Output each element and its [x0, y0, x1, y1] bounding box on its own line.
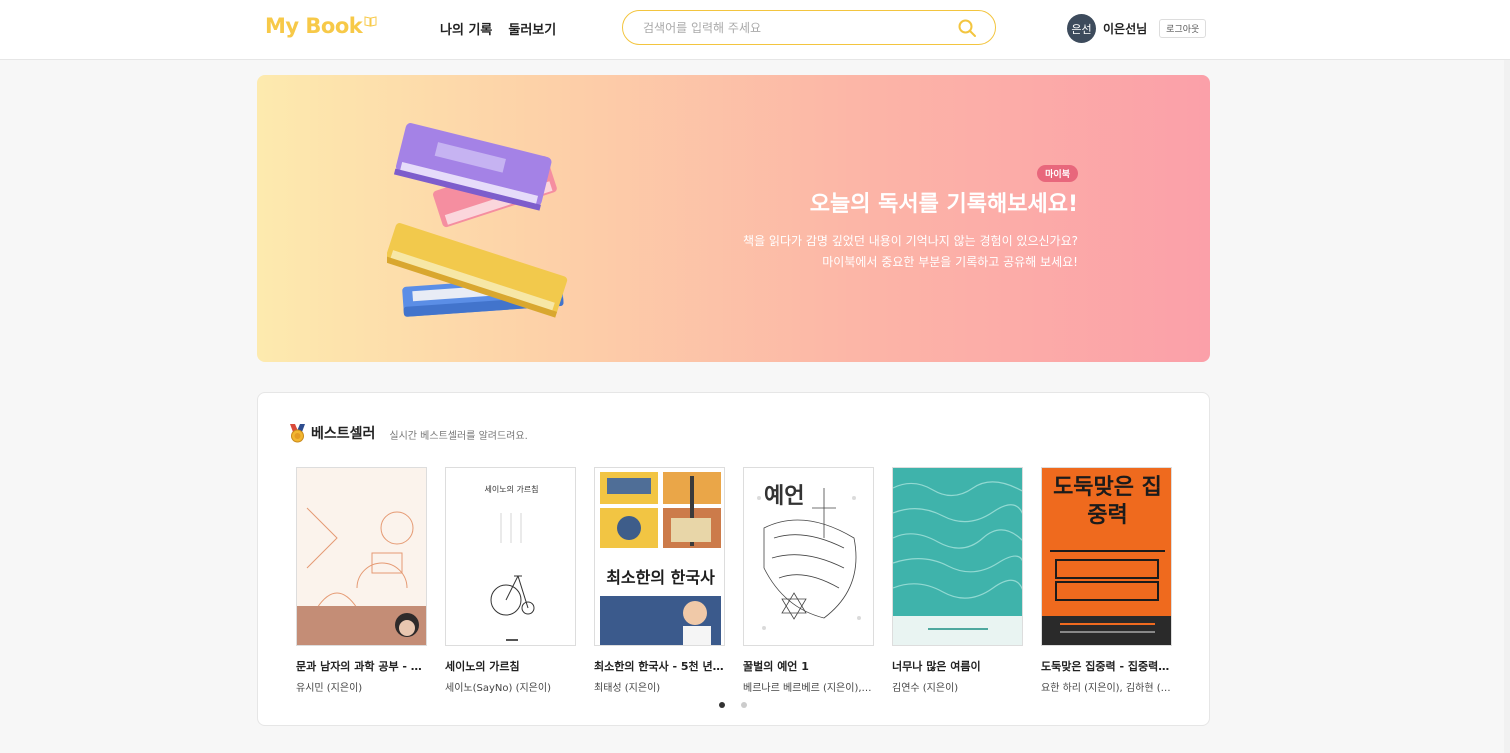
book-cover: 도둑맞은 집중력 [1041, 467, 1172, 646]
stacked-books-illustration [384, 97, 597, 341]
hero-banner: 마이북 오늘의 독서를 기록해보세요! 책을 읽다가 감명 깊었던 내용이 기억… [257, 75, 1210, 362]
book-title: 세이노의 가르침 [445, 660, 520, 673]
book-title: 도둑맞은 집중력 - 집중력 위기의 시대 [1041, 660, 1172, 673]
book-author: 최태성 (지은이) [594, 683, 661, 694]
book-card[interactable]: 예언 꿀벌의 예언 1 베르나르 베르베르 (지은이), 전미연 (옮긴이) [743, 467, 874, 694]
book-cover [296, 467, 427, 646]
bestseller-section: 베스트셀러 실시간 베스트셀러를 알려드려요. 문과 남자의 과학 공부 - 문… [257, 392, 1210, 726]
bestseller-header: 베스트셀러 실시간 베스트셀러를 알려드려요. [289, 423, 528, 443]
bestseller-carousel: 문과 남자의 과학 공부 - 문과 출신 지식인의 좌충우돌 과학 공부기 유시… [296, 467, 1172, 694]
scrollbar[interactable] [1504, 60, 1510, 753]
carousel-pagination [719, 702, 747, 708]
book-cover-title: 최소한의 한국사 [606, 568, 715, 587]
book-card[interactable]: 도둑맞은 집중력 도둑맞은 집중력 - 집중력 위기의 시대 요한 하리 (지은… [1041, 467, 1172, 694]
book-title: 꿀벌의 예언 1 [743, 660, 809, 673]
book-cover: 세이노의 가르침 [445, 467, 576, 646]
book-author: 요한 하리 (지은이), 김하현 (옮긴이) [1041, 683, 1172, 694]
book-author: 세이노(SayNo) (지은이) [445, 683, 551, 694]
banner-description: 책을 읽다가 감명 깊었던 내용이 기억나지 않는 경험이 있으신가요? 마이북… [743, 231, 1078, 273]
medal-icon [289, 423, 306, 443]
header: My Book 나의 기록 둘러보기 은선 이은선님 로그아웃 [0, 0, 1510, 60]
book-cover-title: 예언 [764, 484, 805, 509]
username: 이은선님 [1103, 22, 1148, 36]
search-bar [622, 10, 996, 45]
avatar[interactable]: 은선 [1067, 14, 1096, 43]
nav-my-records[interactable]: 나의 기록 [440, 19, 492, 38]
user-menu: 은선 이은선님 로그아웃 [1067, 14, 1207, 43]
logo[interactable]: My Book [265, 14, 377, 38]
book-icon [364, 16, 377, 27]
banner-title: 오늘의 독서를 기록해보세요! [809, 192, 1078, 217]
logo-text: My Book [265, 14, 363, 38]
banner-tag: 마이북 [1037, 165, 1078, 182]
pagination-dot[interactable] [719, 702, 725, 708]
book-card[interactable]: 최소한의 한국사 최소한의 한국사 - 5천 년 역사가 단숨에 이해되는 최태… [594, 467, 725, 694]
book-author: 유시민 (지은이) [296, 683, 363, 694]
book-title: 최소한의 한국사 - 5천 년 역사가 단숨에 이해되는 [594, 660, 725, 673]
book-card[interactable]: 세이노의 가르침 세이노의 가르침 세이노(SayNo) (지은이) [445, 467, 576, 694]
book-title: 문과 남자의 과학 공부 - 문과 출신 지식인의 좌충우돌 과학 공부기 [296, 660, 427, 673]
pagination-dot[interactable] [741, 702, 747, 708]
bestseller-subtitle: 실시간 베스트셀러를 알려드려요. [389, 431, 528, 442]
book-cover: 예언 [743, 467, 874, 646]
bestseller-title: 베스트셀러 [311, 426, 376, 442]
search-input[interactable] [643, 19, 943, 37]
book-card[interactable]: 너무나 많은 여름이 김연수 (지은이) [892, 467, 1023, 694]
book-card[interactable]: 문과 남자의 과학 공부 - 문과 출신 지식인의 좌충우돌 과학 공부기 유시… [296, 467, 427, 694]
nav-browse[interactable]: 둘러보기 [508, 19, 556, 38]
book-title: 너무나 많은 여름이 [892, 660, 981, 673]
main-nav: 나의 기록 둘러보기 [440, 19, 556, 38]
book-cover-title: 도둑맞은 집중력 [1053, 475, 1162, 528]
banner-desc-line: 책을 읽다가 감명 깊었던 내용이 기억나지 않는 경험이 있으신가요? [743, 234, 1078, 248]
banner-desc-line: 마이북에서 중요한 부분을 기록하고 공유해 보세요! [822, 255, 1078, 269]
search-icon[interactable] [957, 18, 977, 38]
book-author: 베르나르 베르베르 (지은이), 전미연 (옮긴이) [743, 683, 874, 694]
book-cover: 최소한의 한국사 [594, 467, 725, 646]
logout-button[interactable]: 로그아웃 [1159, 19, 1207, 38]
book-cover [892, 467, 1023, 646]
book-author: 김연수 (지은이) [892, 683, 959, 694]
